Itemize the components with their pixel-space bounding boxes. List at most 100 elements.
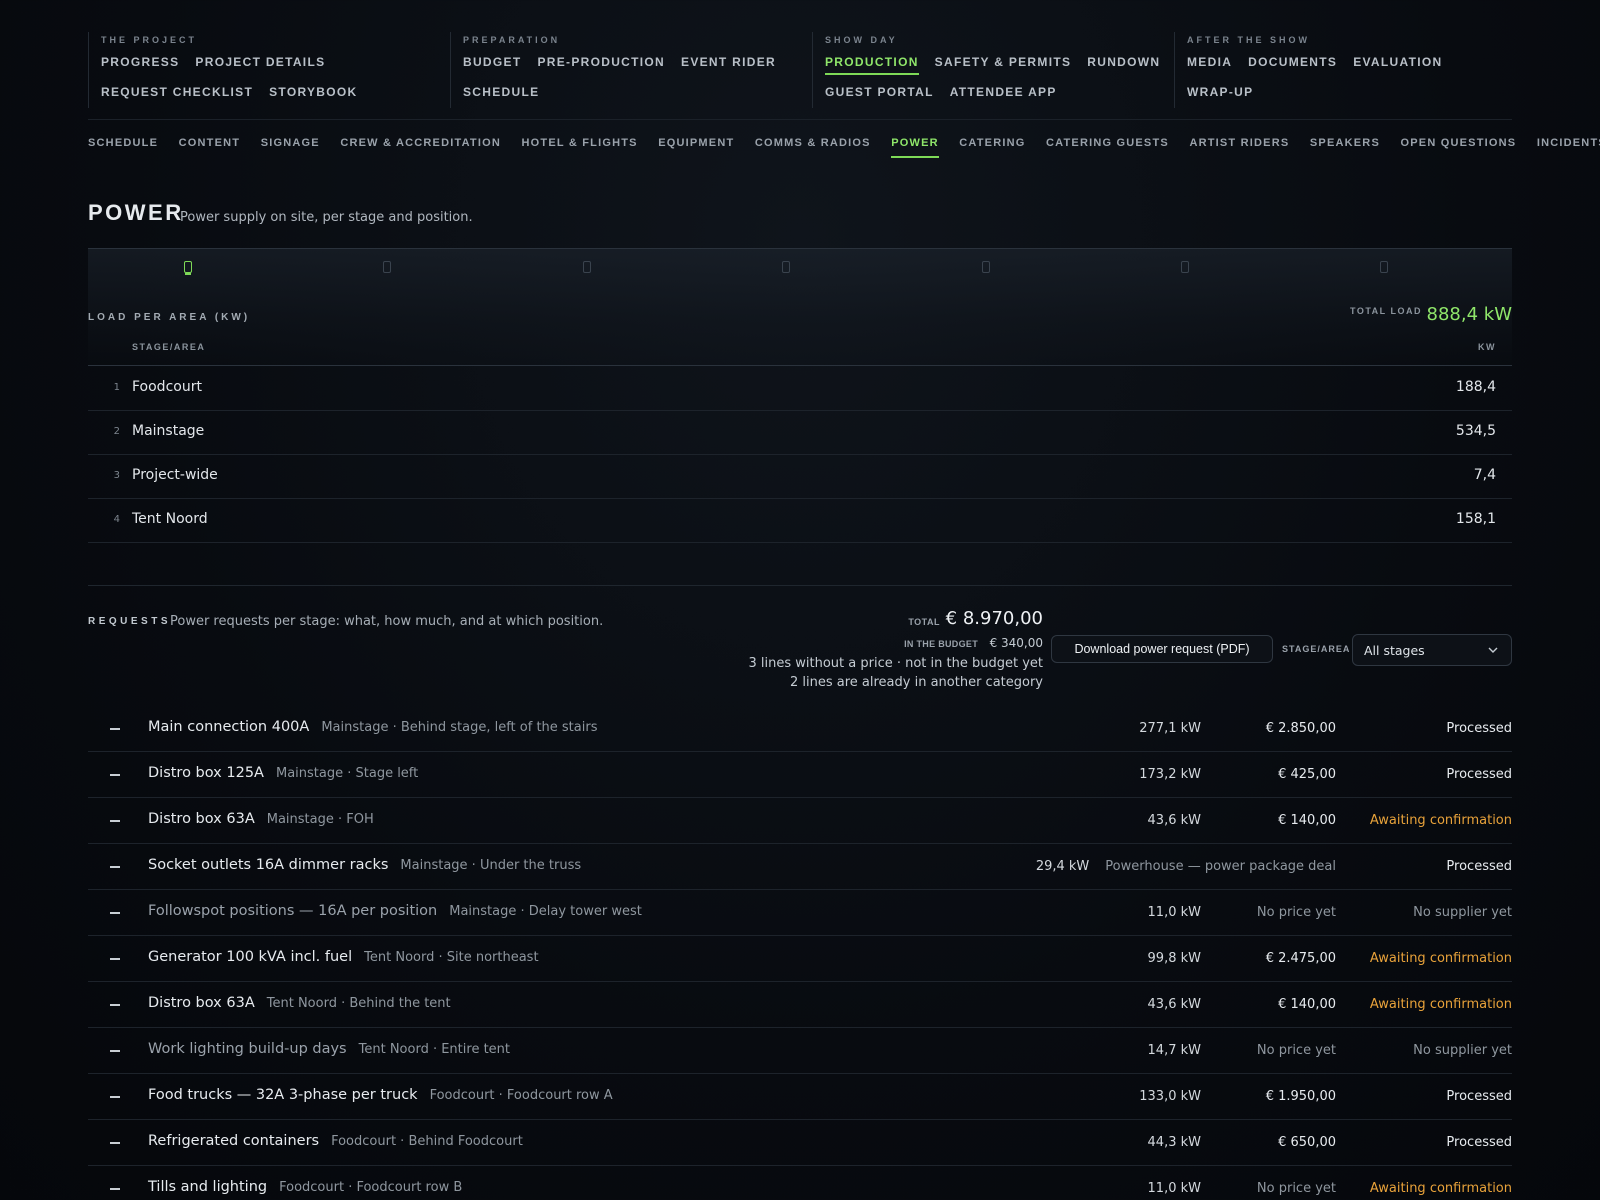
nav-item-guest-portal[interactable]: GUEST PORTAL (825, 77, 934, 107)
collapse-icon[interactable] (110, 728, 120, 730)
area-kw: 534,5 (1455, 423, 1496, 439)
subnav-item-artist-riders[interactable]: ARTIST RIDERS (1189, 128, 1289, 158)
nav-item-pre-production[interactable]: PRE-PRODUCTION (537, 47, 665, 77)
request-row[interactable]: Main connection 400A Mainstage · Behind s… (88, 706, 1512, 752)
nav-item-storybook[interactable]: STORYBOOK (269, 77, 357, 107)
collapse-icon[interactable] (110, 1050, 120, 1052)
nav-item-wrap-up[interactable]: WRAP-UP (1187, 77, 1253, 107)
request-status: Processed (1446, 1089, 1512, 1104)
request-kw: 14,7 kW (1147, 1043, 1201, 1058)
collapse-icon[interactable] (110, 820, 120, 822)
requests-section-label: REQUESTS (88, 616, 172, 627)
nav-group-after-the-show: AFTER THE SHOW MEDIA DOCUMENTS EVALUATIO… (1174, 32, 1512, 108)
subnav-item-equipment[interactable]: EQUIPMENT (658, 128, 734, 158)
position-marker[interactable] (383, 261, 391, 273)
area-name: Project-wide (132, 467, 218, 483)
request-status: Processed (1446, 767, 1512, 782)
nav-item-media[interactable]: MEDIA (1187, 47, 1232, 77)
subnav-item-open-questions[interactable]: OPEN QUESTIONS (1401, 128, 1517, 158)
collapse-icon[interactable] (110, 1096, 120, 1098)
collapse-icon[interactable] (110, 1188, 120, 1190)
request-location: Mainstage · Stage left (275, 766, 419, 781)
area-kw: 7,4 (1473, 467, 1496, 483)
collapse-icon[interactable] (110, 774, 120, 776)
nav-item-evaluation[interactable]: EVALUATION (1353, 47, 1442, 77)
request-price: No price yet (1256, 1043, 1336, 1058)
collapse-icon[interactable] (110, 958, 120, 960)
subnav-item-power[interactable]: POWER (891, 128, 939, 158)
request-name: Main connection 400A (148, 719, 310, 735)
nav-item-production[interactable]: PRODUCTION (825, 47, 919, 77)
subnav-item-signage[interactable]: SIGNAGE (261, 128, 320, 158)
nav-item-event-rider[interactable]: EVENT RIDER (681, 47, 776, 77)
subnav-item-incidents[interactable]: INCIDENTS (1537, 128, 1600, 158)
nav-item-progress[interactable]: PROGRESS (101, 47, 179, 77)
request-row[interactable]: Work lighting build-up days Tent Noord · … (88, 1028, 1512, 1074)
request-location: Mainstage · Behind stage, left of the st… (321, 720, 598, 735)
request-price: € 1.950,00 (1265, 1089, 1336, 1104)
request-status: Processed (1446, 721, 1512, 736)
request-row[interactable]: Distro box 63A Mainstage · FOH 43,6 kW € 14… (88, 798, 1512, 844)
subnav-item-speakers[interactable]: SPEAKERS (1310, 128, 1380, 158)
request-price: € 425,00 (1278, 767, 1336, 782)
column-header-area: STAGE/AREA (132, 342, 206, 352)
request-location: Mainstage · Delay tower west (449, 904, 642, 919)
request-row[interactable]: Socket outlets 16A dimmer racks Mainstage… (88, 844, 1512, 890)
nav-item-request-checklist[interactable]: REQUEST CHECKLIST (101, 77, 253, 107)
load-section-label: LOAD PER AREA (KW) (88, 312, 251, 323)
nav-item-attendee-app[interactable]: ATTENDEE APP (950, 77, 1057, 107)
request-row[interactable]: Generator 100 kVA incl. fuel Tent Noord ·… (88, 936, 1512, 982)
position-marker[interactable] (1380, 261, 1388, 273)
position-marker-active[interactable] (184, 261, 192, 275)
load-table-header: STAGE/AREA KW (88, 340, 1512, 366)
collapse-icon[interactable] (110, 866, 120, 868)
sub-navigation: SCHEDULE CONTENT SIGNAGE CREW & ACCREDITATI… (88, 128, 1600, 158)
request-name: Tills and lighting (148, 1179, 268, 1195)
subnav-item-comms-radios[interactable]: COMMS & RADIOS (755, 128, 871, 158)
request-status: No supplier yet (1413, 905, 1512, 920)
load-row: 3 Project-wide 7,4 (88, 455, 1512, 499)
row-index: 2 (113, 426, 120, 437)
subnav-item-schedule[interactable]: SCHEDULE (88, 128, 158, 158)
request-row[interactable]: Distro box 125A Mainstage · Stage left 173… (88, 752, 1512, 798)
position-marker[interactable] (1181, 261, 1189, 273)
other-category-note: 2 lines are already in another category (789, 675, 1043, 690)
request-name: Socket outlets 16A dimmer racks (148, 857, 389, 873)
download-pdf-button[interactable]: Download power request (PDF) (1051, 635, 1273, 663)
nav-item-safety-permits[interactable]: SAFETY & PERMITS (935, 47, 1072, 77)
stage-filter-label: STAGE/AREA (1282, 644, 1351, 654)
request-name: Distro box 125A (148, 765, 264, 781)
load-row: 1 Foodcourt 188,4 (88, 367, 1512, 411)
collapse-icon[interactable] (110, 1142, 120, 1144)
request-kw: 133,0 kW (1139, 1089, 1201, 1104)
load-row: 4 Tent Noord 158,1 (88, 499, 1512, 543)
request-row[interactable]: Tills and lighting Foodcourt · Foodcourt … (88, 1166, 1512, 1200)
request-kw: 43,6 kW (1147, 813, 1201, 828)
stage-filter-select[interactable]: All stages (1352, 634, 1512, 666)
position-marker[interactable] (782, 261, 790, 273)
nav-item-rundown[interactable]: RUNDOWN (1087, 47, 1160, 77)
request-title: Socket outlets 16A dimmer racks Mainstage… (148, 857, 581, 873)
collapse-icon[interactable] (110, 1004, 120, 1006)
nav-item-project-details[interactable]: PROJECT DETAILS (195, 47, 325, 77)
nav-item-budget[interactable]: BUDGET (463, 47, 521, 77)
collapse-icon[interactable] (110, 912, 120, 914)
position-marker[interactable] (982, 261, 990, 273)
request-title: Refrigerated containers Foodcourt · Behin… (148, 1133, 523, 1149)
request-location: Mainstage · FOH (266, 812, 374, 827)
request-row[interactable]: Distro box 63A Tent Noord · Behind the te… (88, 982, 1512, 1028)
area-kw: 188,4 (1455, 379, 1496, 395)
request-row[interactable]: Food trucks — 32A 3-phase per truck Foodc… (88, 1074, 1512, 1120)
subnav-item-catering-guests[interactable]: CATERING GUESTS (1046, 128, 1169, 158)
request-row[interactable]: Refrigerated containers Foodcourt · Behin… (88, 1120, 1512, 1166)
request-row[interactable]: Followspot positions — 16A per position M… (88, 890, 1512, 936)
subnav-item-content[interactable]: CONTENT (179, 128, 241, 158)
budget-label: IN THE BUDGET (904, 639, 978, 649)
nav-item-schedule[interactable]: SCHEDULE (463, 77, 539, 107)
subnav-item-hotel-flights[interactable]: HOTEL & FLIGHTS (522, 128, 638, 158)
request-price: Powerhouse — power package deal (1105, 859, 1336, 874)
nav-item-documents[interactable]: DOCUMENTS (1248, 47, 1337, 77)
position-marker[interactable] (583, 261, 591, 273)
subnav-item-crew-accreditation[interactable]: CREW & ACCREDITATION (340, 128, 501, 158)
subnav-item-catering[interactable]: CATERING (959, 128, 1025, 158)
